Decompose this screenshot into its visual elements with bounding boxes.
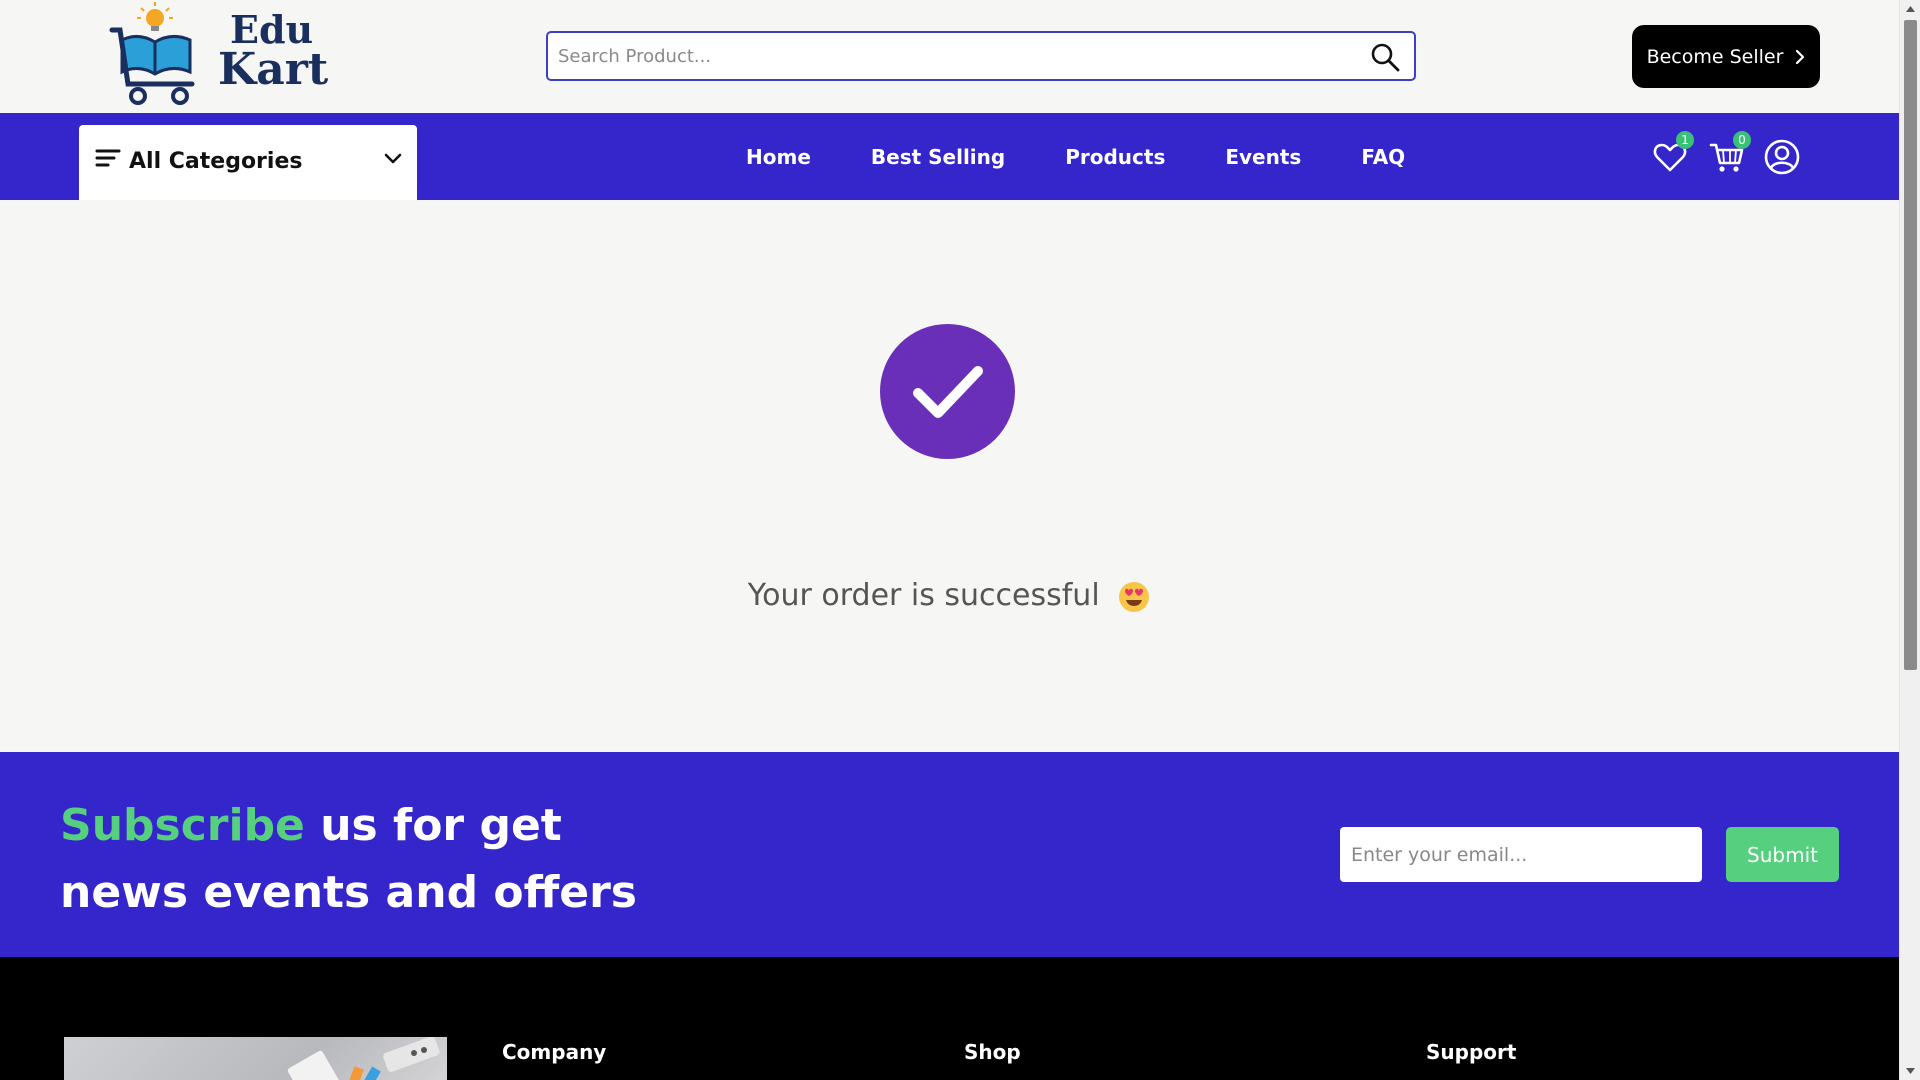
- wishlist-count-badge: 1: [1676, 131, 1694, 149]
- stationery-photo-icon: [287, 1037, 440, 1080]
- footer-heading-shop: Shop: [964, 1040, 1021, 1064]
- nav-link-events[interactable]: Events: [1225, 145, 1301, 169]
- search-bar: [546, 31, 1416, 81]
- logo-wordmark[interactable]: Edu Kart: [218, 10, 329, 95]
- success-message-text: Your order is successful: [747, 578, 1100, 613]
- nav-link-home[interactable]: Home: [746, 145, 811, 169]
- book-cart-icon: [109, 2, 195, 105]
- email-input[interactable]: [1340, 827, 1702, 882]
- footer: Company Shop Support: [0, 957, 1899, 1080]
- search-input[interactable]: [558, 33, 1358, 79]
- wishlist-button[interactable]: 1: [1652, 131, 1694, 175]
- categories-dropdown[interactable]: All Categories: [79, 125, 417, 200]
- profile-button[interactable]: [1764, 139, 1800, 175]
- nav-link-products[interactable]: Products: [1065, 145, 1165, 169]
- footer-heading-company: Company: [502, 1040, 607, 1064]
- chevron-down-icon: [384, 153, 402, 164]
- subscribe-heading-accent: Subscribe: [60, 800, 305, 851]
- logo-line-2: Kart: [218, 44, 329, 95]
- categories-label: All Categories: [129, 149, 303, 174]
- nav-link-faq[interactable]: FAQ: [1361, 145, 1405, 169]
- footer-heading-support: Support: [1426, 1040, 1517, 1064]
- chevron-right-icon: [1796, 49, 1805, 64]
- cart-button[interactable]: 0: [1709, 131, 1751, 175]
- order-success-message: Your order is successful: [0, 578, 1899, 614]
- subscribe-heading: Subscribe us for get news events and off…: [60, 792, 660, 926]
- scrollbar-thumb[interactable]: [1904, 20, 1917, 670]
- user-circle-icon: [1764, 139, 1800, 175]
- checkmark-icon: [912, 365, 983, 418]
- success-checkmark: [880, 324, 1015, 459]
- menu-lines-icon: [95, 149, 121, 167]
- submit-button[interactable]: Submit: [1726, 827, 1839, 882]
- main-nav: All Categories Home Best Selling Product…: [0, 113, 1899, 200]
- subscribe-section: Subscribe us for get news events and off…: [0, 752, 1899, 957]
- footer-image: [64, 1037, 447, 1080]
- scroll-up-arrow-icon[interactable]: [1900, 0, 1920, 18]
- top-header: Edu Kart Become Seller: [0, 0, 1899, 113]
- nav-link-best-selling[interactable]: Best Selling: [871, 145, 1005, 169]
- search-icon[interactable]: [1370, 42, 1400, 72]
- heart-eyes-emoji-icon: [1119, 581, 1150, 612]
- scroll-down-arrow-icon[interactable]: [1900, 1062, 1920, 1080]
- vertical-scrollbar[interactable]: [1899, 0, 1920, 1080]
- nav-links: Home Best Selling Products Events FAQ: [746, 113, 1465, 200]
- become-seller-button[interactable]: Become Seller: [1632, 25, 1820, 88]
- cart-count-badge: 0: [1733, 131, 1751, 149]
- become-seller-label: Become Seller: [1646, 45, 1784, 68]
